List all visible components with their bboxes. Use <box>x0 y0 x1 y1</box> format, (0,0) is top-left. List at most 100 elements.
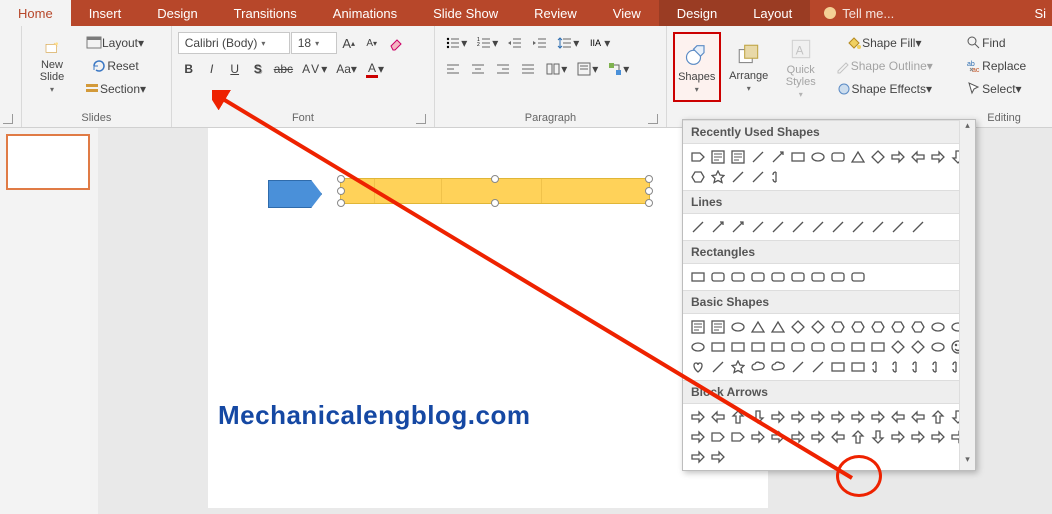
shape-b28[interactable] <box>689 358 707 376</box>
shape-ba6[interactable] <box>809 408 827 426</box>
shape-textbox[interactable] <box>709 148 727 166</box>
shape-arrow-lr[interactable] <box>929 148 947 166</box>
shape-diamond[interactable] <box>869 148 887 166</box>
new-slide-button[interactable]: New Slide ▾ <box>28 32 76 102</box>
numbering-button[interactable]: 12▾ <box>472 32 502 54</box>
font-color-button[interactable]: A▾ <box>362 58 388 80</box>
underline-button[interactable]: U <box>224 58 246 80</box>
shape-elbow[interactable] <box>749 168 767 186</box>
shape-pentagon[interactable] <box>268 180 322 208</box>
align-text-button[interactable]: ▾ <box>572 58 602 80</box>
shape-ba16[interactable] <box>729 428 747 446</box>
shape-b16[interactable] <box>729 338 747 356</box>
shape-b1[interactable] <box>709 318 727 336</box>
shape-l1[interactable] <box>689 218 707 236</box>
shape-ba15[interactable] <box>709 428 727 446</box>
find-button[interactable]: Find <box>962 32 1009 54</box>
tab-format-design[interactable]: Design <box>659 0 735 26</box>
shape-r3[interactable] <box>729 268 747 286</box>
shape-b25[interactable] <box>909 338 927 356</box>
tab-review[interactable]: Review <box>516 0 595 26</box>
shape-ba22[interactable] <box>849 428 867 446</box>
shadow-button[interactable]: S <box>247 58 269 80</box>
shape-brace[interactable] <box>769 168 787 186</box>
reset-button[interactable]: Reset <box>80 55 150 77</box>
shape-b32[interactable] <box>769 358 787 376</box>
shapes-gallery[interactable]: ▴▾ Recently Used Shapes Lines Rectangles… <box>682 119 976 471</box>
text-direction-button[interactable]: IIA▾ <box>584 32 614 54</box>
shape-b18[interactable] <box>769 338 787 356</box>
font-dialog-launcher[interactable] <box>416 114 426 124</box>
shape-ba8[interactable] <box>849 408 867 426</box>
shape-oval[interactable] <box>809 148 827 166</box>
shape-b37[interactable] <box>869 358 887 376</box>
shape-b12[interactable] <box>929 318 947 336</box>
shape-b21[interactable] <box>829 338 847 356</box>
shape-b36[interactable] <box>849 358 867 376</box>
shape-b40[interactable] <box>929 358 947 376</box>
tab-animations[interactable]: Animations <box>315 0 415 26</box>
shape-line-arrow[interactable] <box>769 148 787 166</box>
shape-b26[interactable] <box>929 338 947 356</box>
shape-b6[interactable] <box>809 318 827 336</box>
sign-in[interactable]: Si <box>1028 0 1052 26</box>
shape-b35[interactable] <box>829 358 847 376</box>
tell-me-search[interactable]: Tell me... <box>810 0 1028 26</box>
section-button[interactable]: Section▾ <box>80 78 150 100</box>
shape-b9[interactable] <box>869 318 887 336</box>
char-spacing-button[interactable]: AV▾ <box>298 58 331 80</box>
slide-thumbnail-1[interactable] <box>6 134 90 190</box>
shape-b0[interactable] <box>689 318 707 336</box>
shape-b10[interactable] <box>889 318 907 336</box>
shape-b22[interactable] <box>849 338 867 356</box>
tab-slideshow[interactable]: Slide Show <box>415 0 516 26</box>
shape-arrow-l[interactable] <box>909 148 927 166</box>
shape-r7[interactable] <box>809 268 827 286</box>
shrink-font-button[interactable]: A▾ <box>361 32 383 54</box>
shape-round-rect[interactable] <box>829 148 847 166</box>
tab-view[interactable]: View <box>595 0 659 26</box>
shape-outline-button[interactable]: Shape Outline▾ <box>831 55 937 77</box>
shape-l10[interactable] <box>869 218 887 236</box>
clear-formatting-button[interactable] <box>384 32 408 54</box>
tab-insert[interactable]: Insert <box>71 0 140 26</box>
shape-b24[interactable] <box>889 338 907 356</box>
shape-ba9[interactable] <box>869 408 887 426</box>
change-case-button[interactable]: Aa▾ <box>332 58 361 80</box>
clipboard-dialog-launcher[interactable] <box>3 114 13 124</box>
shape-r9[interactable] <box>849 268 867 286</box>
shape-b17[interactable] <box>749 338 767 356</box>
shape-b11[interactable] <box>909 318 927 336</box>
align-right-button[interactable] <box>491 58 515 80</box>
shape-ba21[interactable] <box>829 428 847 446</box>
shape-ba1[interactable] <box>709 408 727 426</box>
shape-b20[interactable] <box>809 338 827 356</box>
shape-l2[interactable] <box>709 218 727 236</box>
shape-ba17[interactable] <box>749 428 767 446</box>
line-spacing-button[interactable]: ▾ <box>553 32 583 54</box>
slide-thumbnail-pane[interactable] <box>0 128 98 514</box>
shape-ba2[interactable] <box>729 408 747 426</box>
tab-format-layout[interactable]: Layout <box>735 0 810 26</box>
shape-b34[interactable] <box>809 358 827 376</box>
increase-indent-button[interactable] <box>528 32 552 54</box>
shape-ba4[interactable] <box>769 408 787 426</box>
shape-selected-bar[interactable]: ﾠ <box>340 178 650 204</box>
replace-button[interactable]: abacReplace <box>962 55 1030 77</box>
shape-l3[interactable] <box>729 218 747 236</box>
shape-l6[interactable] <box>789 218 807 236</box>
shape-b2[interactable] <box>729 318 747 336</box>
shape-ba3[interactable] <box>749 408 767 426</box>
shape-r1[interactable] <box>689 268 707 286</box>
shape-pentagon[interactable] <box>689 148 707 166</box>
shape-r6[interactable] <box>789 268 807 286</box>
align-left-button[interactable] <box>441 58 465 80</box>
shape-ba26[interactable] <box>929 428 947 446</box>
shape-ba10[interactable] <box>889 408 907 426</box>
italic-button[interactable]: I <box>201 58 223 80</box>
shapes-button[interactable]: Shapes ▾ <box>673 32 721 102</box>
shape-fill-button[interactable]: Shape Fill▾ <box>831 32 937 54</box>
gallery-scrollbar[interactable]: ▴▾ <box>959 120 975 470</box>
shape-rect[interactable] <box>789 148 807 166</box>
shape-l7[interactable] <box>809 218 827 236</box>
